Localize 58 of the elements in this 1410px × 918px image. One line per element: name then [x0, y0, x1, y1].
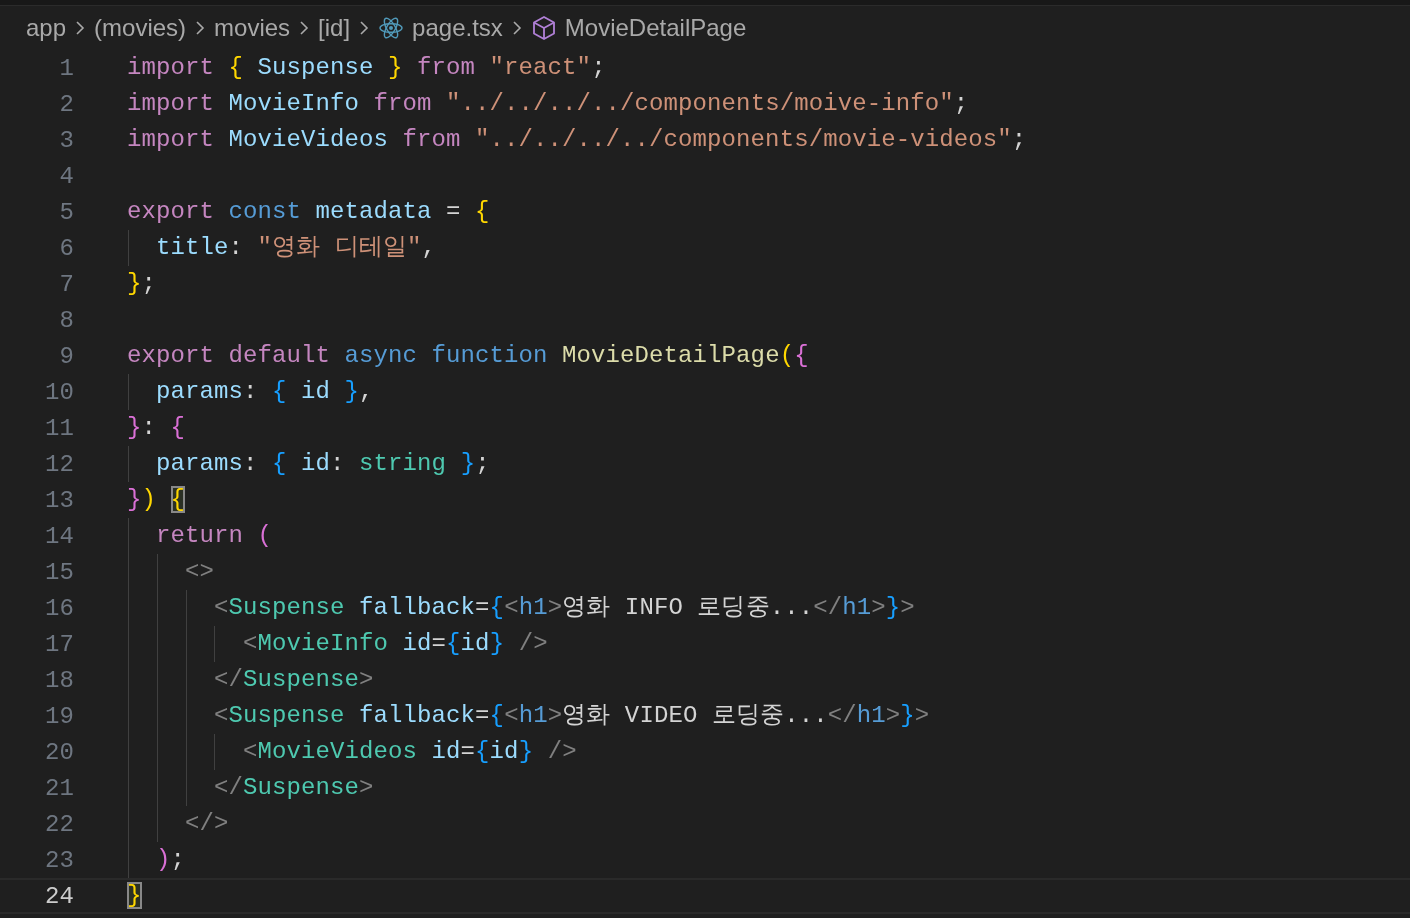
line-number: 21 [44, 774, 74, 802]
chevron-icon [510, 19, 523, 37]
line-number: 2 [58, 90, 74, 118]
code-line: params: { id }, [155, 378, 374, 405]
line-number: 12 [44, 450, 74, 478]
code-line: </Suspense> [213, 774, 374, 801]
code-line: return ( [155, 522, 273, 549]
chevron-icon [358, 19, 371, 37]
code-line: import { Suspense } from "react"; [127, 54, 606, 81]
line-number: 22 [44, 810, 74, 838]
code-line: import MovieInfo from "../../../../components/moive-info"; [127, 90, 969, 117]
code-line: params: { id: string }; [155, 450, 490, 477]
line-number: 10 [44, 378, 74, 406]
line-number: 3 [58, 126, 74, 154]
line-number: 23 [44, 846, 74, 874]
line-number: 11 [44, 414, 74, 442]
line-number: 4 [58, 162, 74, 190]
breadcrumb-item[interactable]: app [26, 14, 67, 42]
line-number: 7 [58, 270, 74, 298]
line-number: 13 [44, 486, 74, 514]
line-number: 24 [44, 882, 74, 910]
breadcrumb-item[interactable]: movies [214, 14, 291, 42]
line-number: 16 [44, 594, 74, 622]
line-number: 5 [58, 198, 74, 226]
line-number: 15 [44, 558, 74, 586]
breadcrumb-item[interactable]: [id] [318, 14, 351, 42]
line-number: 9 [58, 342, 74, 370]
line-number: 6 [58, 234, 74, 262]
code-line: </Suspense> [213, 666, 374, 693]
code-line: import MovieVideos from "../../../../components/movie-videos"; [127, 126, 1027, 153]
breadcrumb-item[interactable]: page.tsx [412, 14, 503, 42]
line-number: 1 [58, 54, 74, 82]
code-line: }; [127, 270, 157, 297]
code-line: }) { [127, 486, 186, 513]
line-number: 18 [44, 666, 74, 694]
code-line: <MovieInfo id={id} /> [242, 630, 548, 657]
code-line: <> [184, 558, 214, 585]
breadcrumb-item[interactable]: MovieDetailPage [564, 14, 747, 42]
line-number: 20 [44, 738, 74, 766]
code-line: <MovieVideos id={id} /> [242, 738, 577, 765]
line-number: 14 [44, 522, 74, 550]
chevron-icon [298, 19, 311, 37]
line-number: 19 [44, 702, 74, 730]
code-line: ); [155, 846, 186, 873]
code-line: export const metadata = { [127, 198, 490, 225]
code-line: export default async function MovieDetailPage({ [127, 342, 809, 369]
code-line: <Suspense fallback={<h1>영화 INFO 로딩중...</h1>}> [213, 594, 915, 621]
code-line: <Suspense fallback={<h1>영화 VIDEO 로딩중...</h1>}> [213, 702, 930, 729]
cube-icon [530, 15, 557, 41]
line-number: 17 [44, 630, 74, 658]
chevron-icon [74, 19, 87, 37]
code-line: </> [184, 810, 229, 837]
chevron-icon [194, 19, 207, 37]
code-line: title: "영화 디테일", [155, 234, 437, 261]
atom-icon [378, 15, 405, 41]
code-line: }: { [127, 414, 186, 441]
line-number: 8 [58, 306, 74, 334]
breadcrumb-item[interactable]: (movies) [94, 14, 187, 42]
